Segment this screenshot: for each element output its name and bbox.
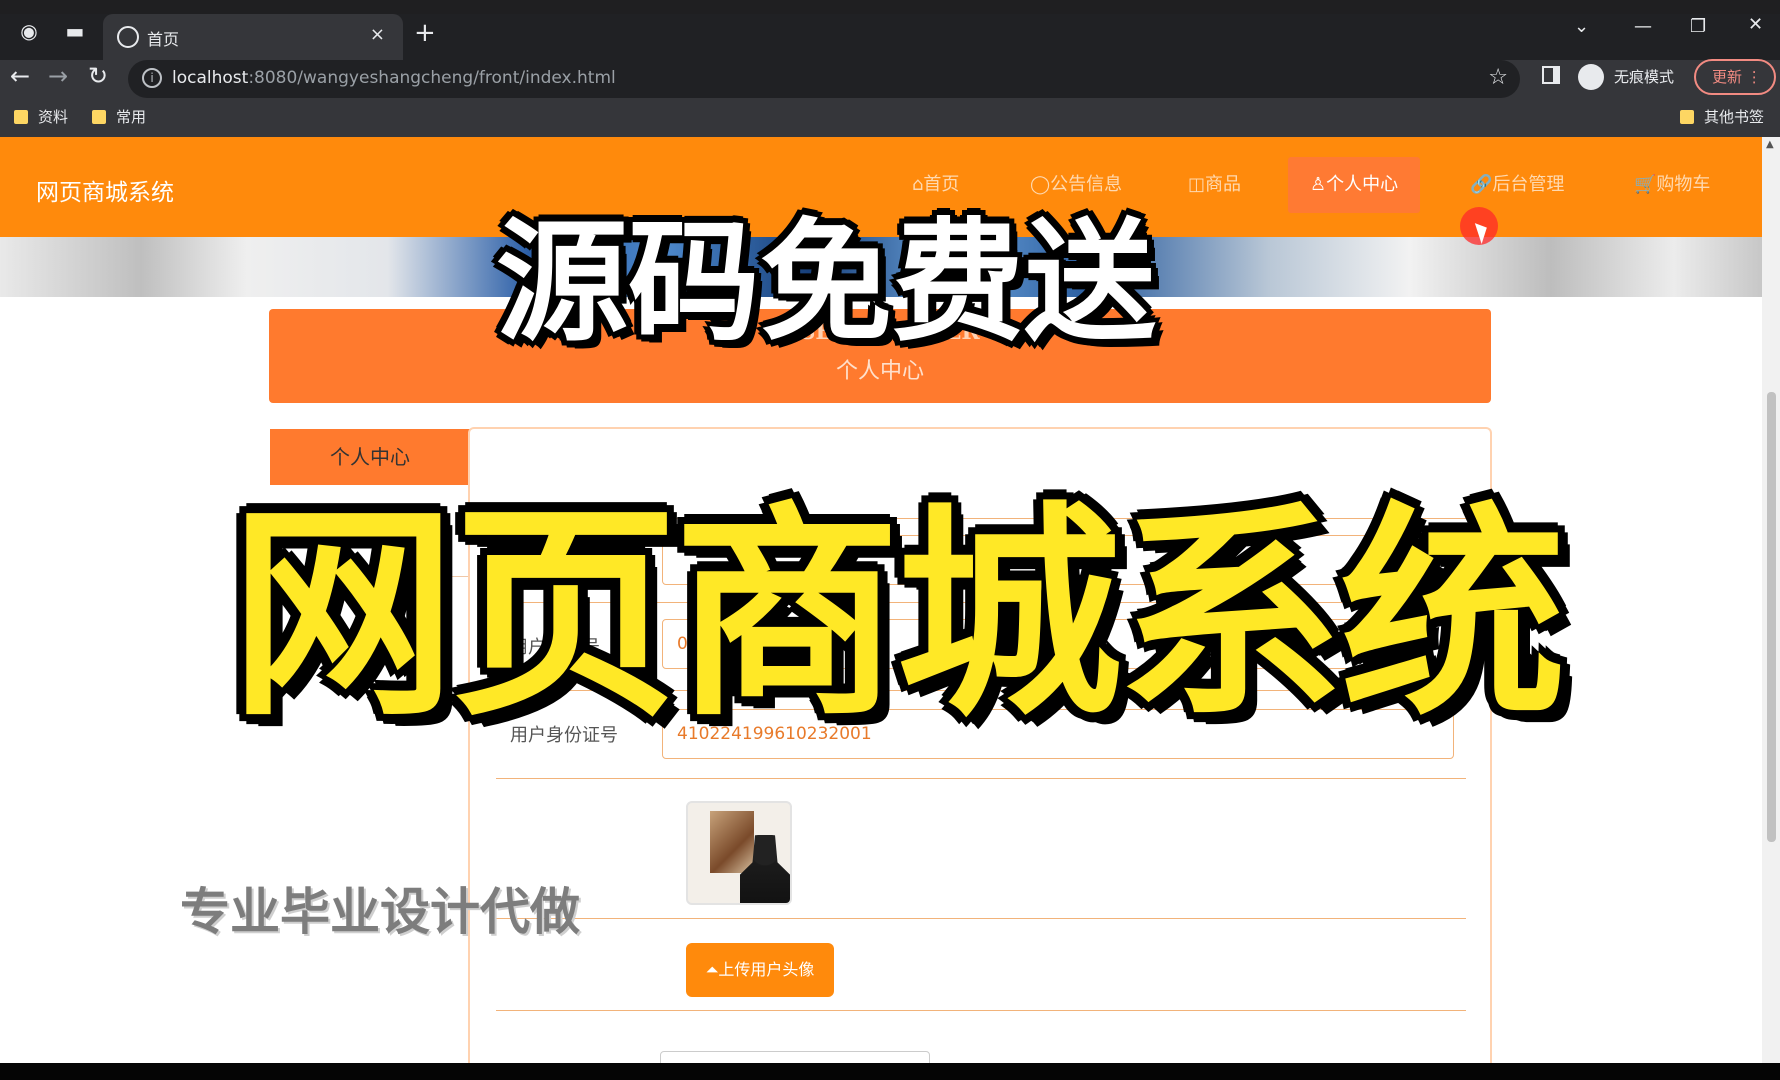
side-panel-icon[interactable] — [1542, 66, 1560, 84]
next-form-field[interactable] — [660, 1051, 930, 1063]
update-label: 更新 — [1712, 68, 1743, 86]
bookmarks-bar: 资料 常用 其他书签 — [0, 100, 1780, 137]
incognito-label: 无痕模式 — [1614, 68, 1675, 86]
caption-service: 专业毕业设计代做 — [180, 883, 580, 941]
folder-icon — [1680, 110, 1694, 124]
nav-products[interactable]: ◫商品 — [1166, 157, 1263, 213]
nav-admin[interactable]: 🔗后台管理 — [1448, 157, 1586, 213]
form-row-avatar — [496, 779, 1466, 919]
restore-icon[interactable]: ❐ — [1690, 16, 1706, 37]
window-top-band — [0, 0, 1780, 14]
menu-icon[interactable]: ⋮ — [1747, 68, 1762, 86]
page-scrollbar[interactable]: ▲ — [1762, 137, 1780, 1063]
bookmark-folder-changyong[interactable]: 常用 — [92, 106, 146, 127]
user-avatar — [686, 801, 792, 905]
active-tab[interactable]: 首页 × — [103, 14, 403, 60]
url-path: :8080/wangyeshangcheng/front/index.html — [248, 68, 616, 88]
bookmark-folder-ziliao[interactable]: 资料 — [14, 106, 68, 127]
back-arrow-icon[interactable]: ← — [10, 62, 30, 90]
forward-arrow-icon[interactable]: → — [48, 62, 68, 90]
incognito-icon[interactable] — [1578, 64, 1604, 90]
url-host: localhost — [172, 68, 249, 88]
browser-chrome: ◉ ▬ ⌄ — ❐ ✕ 首页 × + ← → ↻ i localhost:808… — [0, 0, 1780, 137]
caption-main-title: 网页商城系统 — [230, 484, 1566, 747]
new-tab-button[interactable]: + — [414, 18, 436, 48]
bookmark-label: 常用 — [116, 108, 147, 126]
avatar-painting — [710, 811, 754, 873]
nav-user-center[interactable]: ♙个人中心 — [1288, 157, 1421, 213]
tab-close-icon[interactable]: × — [370, 24, 385, 45]
reload-icon[interactable]: ↻ — [88, 62, 108, 90]
scroll-up-arrow-icon[interactable]: ▲ — [1766, 139, 1774, 150]
site-title[interactable]: 网页商城系统 — [36, 173, 174, 207]
form-row-upload: ⏶上传用户头像 — [496, 919, 1466, 1011]
upload-avatar-button[interactable]: ⏶上传用户头像 — [686, 943, 834, 997]
tab-search-icon[interactable]: ◉ — [14, 16, 44, 46]
caption-free-source: 源码免费送 — [496, 206, 1156, 360]
address-bar[interactable]: i localhost:8080/wangyeshangcheng/front/… — [128, 60, 1520, 98]
browser-toolbar: ← → ↻ i localhost:8080/wangyeshangcheng/… — [0, 56, 1780, 102]
other-bookmarks-label: 其他书签 — [1704, 108, 1765, 126]
minimize-icon[interactable]: — — [1634, 16, 1652, 37]
bookmark-star-icon[interactable]: ☆ — [1488, 65, 1508, 90]
tab-overview-icon[interactable]: ▬ — [60, 16, 90, 46]
bottom-black-bar — [0, 1063, 1780, 1080]
nav-cart[interactable]: 🛒购物车 — [1612, 157, 1732, 213]
window-close-icon[interactable]: ✕ — [1748, 14, 1763, 35]
folder-icon — [92, 110, 106, 124]
url-text[interactable]: localhost:8080/wangyeshangcheng/front/in… — [172, 68, 616, 88]
bookmark-label: 资料 — [38, 108, 69, 126]
tab-title: 首页 — [147, 30, 180, 49]
globe-icon — [117, 26, 139, 48]
update-button[interactable]: 更新 ⋮ — [1694, 59, 1776, 95]
site-info-icon[interactable]: i — [142, 68, 162, 88]
folder-icon — [14, 110, 28, 124]
scrollbar-thumb[interactable] — [1767, 392, 1776, 842]
other-bookmarks[interactable]: 其他书签 — [1680, 106, 1764, 127]
tab-list-chevron-icon[interactable]: ⌄ — [1574, 16, 1589, 37]
